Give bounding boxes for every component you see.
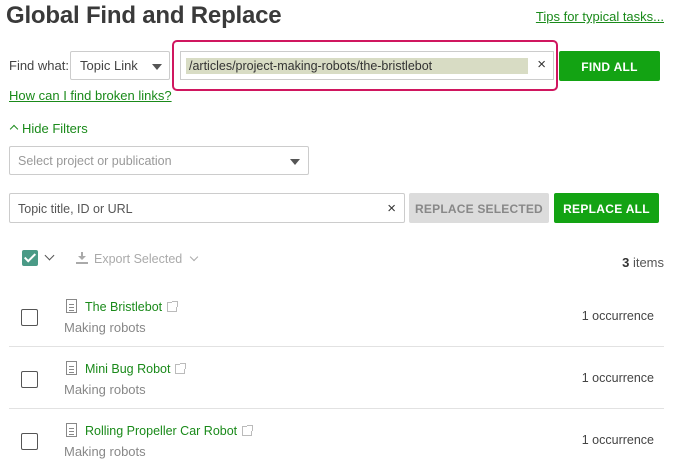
document-icon [66,299,77,313]
page-title: Global Find and Replace [6,2,282,29]
project-select-placeholder: Select project or publication [18,154,172,168]
find-input-highlight: /articles/project-making-robots/the-bris… [172,40,558,91]
items-count: 3 items [622,255,664,270]
broken-links-help-link[interactable]: How can I find broken links? [9,88,172,103]
external-link-icon[interactable] [242,425,254,436]
find-type-value: Topic Link [80,58,138,73]
row-checkbox[interactable] [21,371,38,388]
hide-filters-label: Hide Filters [22,121,88,136]
tips-link[interactable]: Tips for typical tasks... [536,9,664,24]
find-all-button[interactable]: FIND ALL [559,51,660,81]
row-occurrences: 1 occurrence [581,371,654,385]
row-title-link[interactable]: Mini Bug Robot [85,362,187,376]
chevron-down-icon [190,252,199,262]
find-input[interactable]: /articles/project-making-robots/the-bris… [180,51,554,80]
clear-replace-icon[interactable]: × [387,201,396,216]
row-title: Rolling Propeller Car Robot [85,424,238,438]
row-subtitle: Making robots [64,382,146,397]
replace-input-placeholder: Topic title, ID or URL [18,202,133,216]
find-type-select[interactable]: Topic Link [70,51,170,80]
replace-selected-button[interactable]: REPLACE SELECTED [409,193,549,223]
row-checkbox[interactable] [21,433,38,450]
project-select[interactable]: Select project or publication [9,146,309,175]
replace-all-button[interactable]: REPLACE ALL [554,193,659,223]
external-link-icon[interactable] [167,301,179,312]
row-title: Mini Bug Robot [85,362,171,376]
select-all-checkbox[interactable] [22,250,38,266]
select-menu-chevron-icon[interactable] [44,250,55,261]
external-link-icon[interactable] [175,363,187,374]
row-subtitle: Making robots [64,320,146,335]
export-selected-button[interactable]: Export Selected [76,252,199,266]
caret-down-icon [152,64,162,70]
find-label: Find what: [9,58,69,73]
row-title-link[interactable]: The Bristlebot [85,300,179,314]
items-count-number: 3 [622,255,630,270]
chevron-up-icon [9,124,19,134]
table-row: The Bristlebot Making robots 1 occurrenc… [9,285,664,347]
caret-down-icon [290,159,300,165]
export-selected-label: Export Selected [94,252,183,266]
document-icon [66,423,77,437]
row-title-link[interactable]: Rolling Propeller Car Robot [85,424,254,438]
replace-input[interactable]: Topic title, ID or URL × [9,193,405,223]
row-occurrences: 1 occurrence [581,309,654,323]
row-checkbox[interactable] [21,309,38,326]
row-subtitle: Making robots [64,444,146,459]
hide-filters-toggle[interactable]: Hide Filters [9,121,88,136]
clear-find-icon[interactable]: × [537,57,546,72]
document-icon [66,361,77,375]
row-occurrences: 1 occurrence [581,433,654,447]
find-input-value: /articles/project-making-robots/the-bris… [186,58,528,74]
table-row: Rolling Propeller Car Robot Making robot… [9,409,664,461]
table-row: Mini Bug Robot Making robots 1 occurrenc… [9,347,664,409]
items-count-suffix: items [632,255,664,270]
download-icon [76,252,88,264]
row-title: The Bristlebot [85,300,163,314]
